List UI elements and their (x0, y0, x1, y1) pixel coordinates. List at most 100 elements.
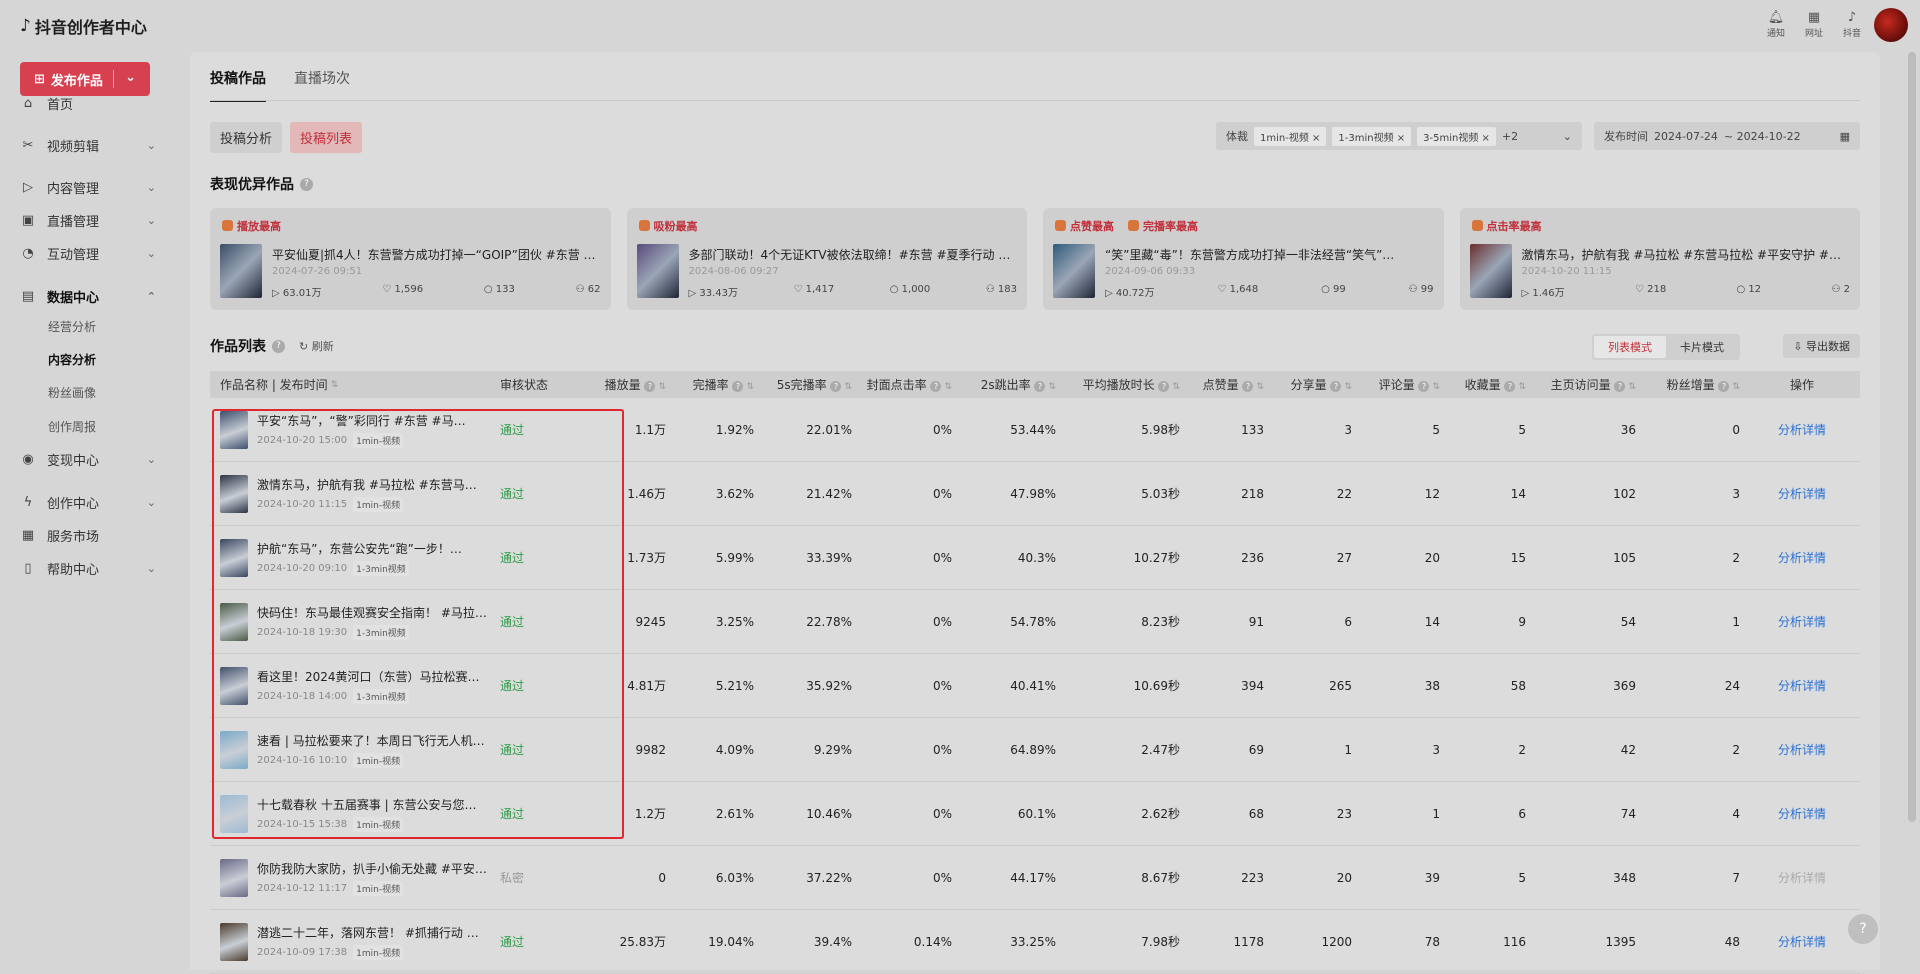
subtab-analysis[interactable]: 投稿分析 (210, 122, 283, 153)
analysis-detail-link[interactable]: 分析详情 (1778, 871, 1826, 885)
sidebar-item-data-center[interactable]: ▤ 数据中心 ⌃ (20, 287, 156, 306)
help-icon[interactable]: ? (1418, 381, 1430, 392)
help-icon[interactable]: ? (1504, 381, 1516, 392)
user-avatar[interactable] (1874, 8, 1908, 42)
sidebar-item-interact[interactable]: ◔ 互动管理 ⌄ (20, 244, 156, 263)
sort-icon[interactable]: ⇅ (944, 382, 952, 392)
work-title[interactable]: 平安“东马”，“警”彩同行 #东营 #马… (257, 412, 487, 429)
card-mode-button[interactable]: 卡片模式 (1666, 336, 1738, 358)
card-title[interactable]: 平安仙夏|抓4人！东营警方成功打掉一“GOIP”团伙 #东营 … (272, 246, 601, 263)
table-row[interactable]: 潜逃二十二年，落网东营！ #抓捕行动 #… 2024-10-09 17:38 1mi… (210, 910, 1860, 974)
chevron-down-icon[interactable]: ⌄ (1563, 130, 1572, 143)
analysis-detail-link[interactable]: 分析详情 (1778, 615, 1826, 629)
sidebar-item-content[interactable]: ▷ 内容管理 ⌄ (20, 178, 156, 197)
date-filter[interactable]: 发布时间 2024-07-24 ~ 2024-10-22 ▦ (1594, 122, 1860, 150)
sort-icon[interactable]: ⇅ (1048, 382, 1056, 392)
work-cell[interactable]: 平安“东马”，“警”彩同行 #东营 #马… 2024-10-20 15:00 1mi… (210, 410, 496, 449)
top-work-card[interactable]: 点赞最高 完播率最高 “笑”里藏“毒”！东营警方成功打掉一非法经营“笑气”… 2024… (1043, 208, 1444, 310)
sidebar-item-help[interactable]: ▯ 帮助中心 ⌄ (20, 559, 156, 578)
video-thumbnail[interactable] (220, 538, 248, 577)
help-icon[interactable]: ? (732, 381, 744, 392)
work-title[interactable]: 看这里！2024黄河口（东营）马拉松赛事… (257, 668, 487, 685)
table-row[interactable]: 快码住！东马最佳观赛安全指南！ #马拉… 2024-10-18 19:30 1-3m… (210, 590, 1860, 654)
video-thumbnail[interactable] (220, 794, 248, 833)
video-thumbnail[interactable] (220, 922, 248, 961)
column-header[interactable]: 5s完播率 ? ⇅ (758, 376, 856, 393)
work-cell[interactable]: 你防我防大家防，扒手小偷无处藏 #平安… 2024-10-12 11:17 1min… (210, 858, 496, 897)
top-work-card[interactable]: 播放最高 平安仙夏|抓4人！东营警方成功打掉一“GOIP”团伙 #东营 … 2024… (210, 208, 611, 310)
douyin-button[interactable]: ♪ 抖音 (1840, 10, 1864, 39)
work-title[interactable]: 十七载春秋 十五届赛事 | 东营公安与您携… (257, 796, 487, 813)
work-title[interactable]: 快码住！东马最佳观赛安全指南！ #马拉… (257, 604, 487, 621)
work-cell[interactable]: 看这里！2024黄河口（东营）马拉松赛事… 2024-10-18 14:00 1-3… (210, 666, 496, 705)
work-title[interactable]: 速看 | 马拉松要来了！本周日飞行无人机… (257, 732, 487, 749)
sort-icon[interactable]: ⇅ (844, 382, 852, 392)
work-title[interactable]: 护航“东马”，东营公安先“跑”一步！… (257, 540, 487, 557)
card-title[interactable]: 多部门联动！4个无证KTV被依法取缔！#东营 #夏季行动 #… (689, 246, 1018, 263)
video-thumbnail[interactable] (636, 244, 679, 298)
column-header[interactable]: 播放量 ? ⇅ (576, 376, 670, 393)
subnav-content-analysis[interactable]: 内容分析 (48, 351, 96, 368)
column-header[interactable]: 作品名称 | 发布时间 ⇅ (210, 376, 496, 393)
help-icon[interactable]: ? (272, 339, 285, 353)
date-to[interactable]: ~ 2024-10-22 (1724, 130, 1801, 143)
sort-icon[interactable]: ⇅ (746, 382, 754, 392)
subnav-business[interactable]: 经营分析 (48, 318, 96, 335)
work-cell[interactable]: 激情东马，护航有我 #马拉松 #东营马拉… 2024-10-20 11:15 1mi… (210, 474, 496, 513)
notification-button[interactable]: 🔔︎ 通知 (1764, 10, 1788, 39)
analysis-detail-link[interactable]: 分析详情 (1778, 679, 1826, 693)
column-header[interactable]: 粉丝增量 ? ⇅ (1640, 376, 1744, 393)
video-thumbnail[interactable] (220, 410, 248, 449)
work-cell[interactable]: 快码住！东马最佳观赛安全指南！ #马拉… 2024-10-18 19:30 1-3m… (210, 602, 496, 641)
export-button[interactable]: ⇩ 导出数据 (1783, 334, 1860, 358)
table-row[interactable]: 你防我防大家防，扒手小偷无处藏 #平安… 2024-10-12 11:17 1min… (210, 846, 1860, 910)
video-thumbnail[interactable] (220, 858, 248, 897)
column-header[interactable]: 封面点击率 ? ⇅ (856, 376, 956, 393)
subnav-weekly[interactable]: 创作周报 (48, 418, 96, 435)
analysis-detail-link[interactable]: 分析详情 (1778, 487, 1826, 501)
video-thumbnail[interactable] (1053, 244, 1095, 298)
work-title[interactable]: 激情东马，护航有我 #马拉松 #东营马拉… (257, 476, 487, 493)
column-header[interactable]: 2s跳出率 ? ⇅ (956, 376, 1060, 393)
genre-filter[interactable]: 体裁 1min-视频 × 1-3min视频 × 3-5min视频 × +2 ⌄ (1216, 122, 1582, 150)
work-title[interactable]: 潜逃二十二年，落网东营！ #抓捕行动 #… (257, 924, 487, 941)
analysis-detail-link[interactable]: 分析详情 (1778, 551, 1826, 565)
column-header[interactable]: 平均播放时长 ? ⇅ (1060, 376, 1184, 393)
video-thumbnail[interactable] (220, 730, 248, 769)
refresh-button[interactable]: ↻ 刷新 (299, 338, 334, 354)
sort-icon[interactable]: ⇅ (1256, 382, 1264, 392)
sort-icon[interactable]: ⇅ (331, 380, 339, 390)
subtab-list[interactable]: 投稿列表 (290, 122, 363, 153)
top-work-card[interactable]: 点击率最高 激情东马，护航有我 #马拉松 #东营马拉松 #平安守护 #东营… 202… (1459, 208, 1860, 310)
help-icon[interactable]: ? (1158, 381, 1170, 392)
video-thumbnail[interactable] (220, 666, 248, 705)
sidebar-item-create[interactable]: ϟ 创作中心 ⌄ (20, 493, 156, 512)
sort-icon[interactable]: ⇅ (1628, 382, 1636, 392)
help-icon[interactable]: ? (644, 381, 656, 392)
video-thumbnail[interactable] (1469, 244, 1512, 298)
calendar-icon[interactable]: ▦ (1840, 130, 1850, 143)
column-header[interactable]: 评论量 ? ⇅ (1356, 376, 1444, 393)
scrollbar[interactable] (1908, 52, 1916, 822)
sort-icon[interactable]: ⇅ (1344, 382, 1352, 392)
app-logo[interactable]: ♪ 抖音创作者中心 (20, 14, 147, 38)
analysis-detail-link[interactable]: 分析详情 (1778, 423, 1826, 437)
sidebar-item-video-edit[interactable]: ✂ 视频剪辑 ⌄ (20, 136, 156, 155)
column-header[interactable]: 完播率 ? ⇅ (670, 376, 758, 393)
table-row[interactable]: 十七载春秋 十五届赛事 | 东营公安与您携… 2024-10-15 15:38 1m… (210, 782, 1860, 846)
sort-icon[interactable]: ⇅ (1732, 382, 1740, 392)
sidebar-item-live[interactable]: ▣ 直播管理 ⌄ (20, 211, 156, 230)
card-title[interactable]: “笑”里藏“毒”！东营警方成功打掉一非法经营“笑气”… (1105, 246, 1434, 263)
list-mode-button[interactable]: 列表模式 (1594, 336, 1666, 358)
genre-chip[interactable]: 1-3min视频 × (1332, 126, 1412, 146)
analysis-detail-link[interactable]: 分析详情 (1778, 807, 1826, 821)
genre-chip[interactable]: 1min-视频 × (1254, 126, 1327, 146)
card-title[interactable]: 激情东马，护航有我 #马拉松 #东营马拉松 #平安守护 #东营… (1522, 246, 1851, 263)
table-row[interactable]: 平安“东马”，“警”彩同行 #东营 #马… 2024-10-20 15:00 1mi… (210, 398, 1860, 462)
analysis-detail-link[interactable]: 分析详情 (1778, 743, 1826, 757)
tab-live-sessions[interactable]: 直播场次 (294, 68, 350, 102)
work-cell[interactable]: 潜逃二十二年，落网东营！ #抓捕行动 #… 2024-10-09 17:38 1mi… (210, 922, 496, 961)
web-button[interactable]: ▦ 网址 (1802, 10, 1826, 39)
column-header[interactable]: 主页访问量 ? ⇅ (1530, 376, 1640, 393)
help-icon[interactable]: ? (1330, 381, 1342, 392)
